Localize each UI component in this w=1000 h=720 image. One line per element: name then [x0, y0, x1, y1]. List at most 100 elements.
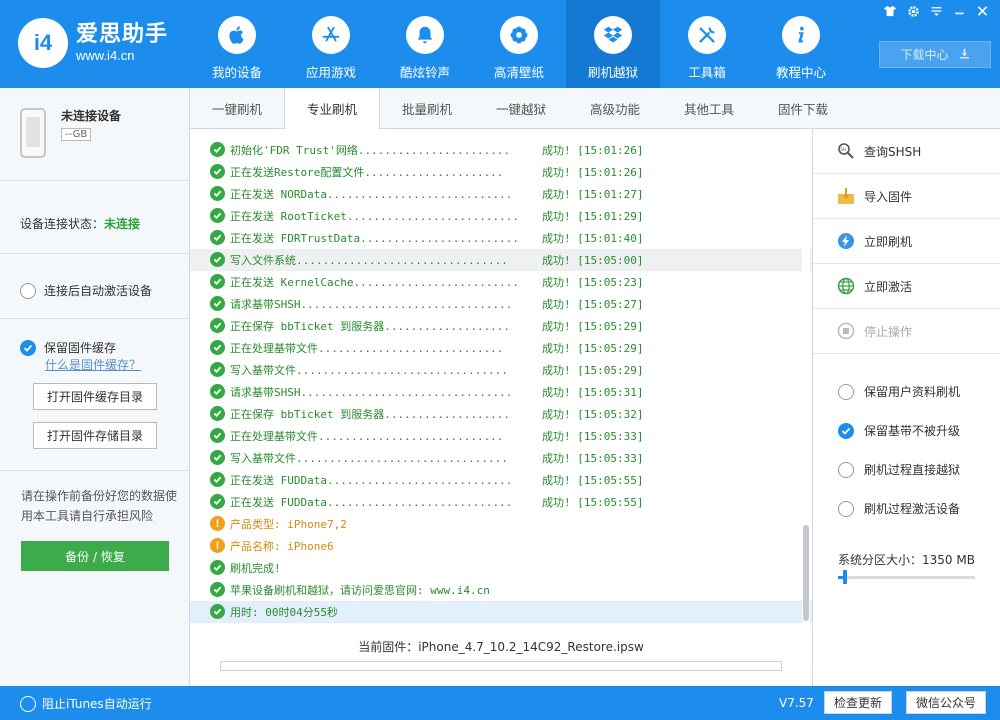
keep-user-data-option[interactable]: 保留用户资料刷机: [838, 383, 960, 400]
block-itunes-radio[interactable]: [20, 695, 36, 712]
log-result: 成功! [15:05:55]: [542, 496, 644, 509]
system-partition-slider[interactable]: [838, 570, 975, 584]
tab-one-click-flash[interactable]: 一键刷机: [190, 88, 284, 129]
check-icon[interactable]: [20, 339, 36, 356]
success-check-icon: [210, 142, 225, 157]
success-check-icon: [210, 296, 225, 311]
success-check-icon: [210, 428, 225, 443]
logo-url: www.i4.cn: [76, 48, 135, 63]
nav-flash-jailbreak[interactable]: 刷机越狱: [566, 0, 660, 88]
log-result: 成功! [15:01:27]: [542, 188, 644, 201]
nav-my-device[interactable]: 我的设备: [190, 0, 284, 88]
tab-bar: 一键刷机 专业刷机 批量刷机 一键越狱 高级功能 其他工具 固件下载: [190, 88, 1000, 130]
main-nav: 我的设备 应用游戏 酷炫铃声 高清壁纸 刷机越狱 工具箱 教程中心: [190, 0, 848, 88]
success-check-icon: [210, 494, 225, 509]
close-icon[interactable]: [974, 4, 990, 18]
nav-label: 教程中心: [775, 65, 826, 80]
success-check-icon: [210, 186, 225, 201]
success-check-icon: [210, 560, 225, 575]
import-firmware-button[interactable]: 导入固件: [813, 174, 1000, 219]
backup-restore-button[interactable]: 备份 / 恢复: [21, 541, 169, 571]
keep-user-data-radio[interactable]: [838, 383, 854, 400]
wechat-button[interactable]: 微信公众号: [906, 691, 986, 714]
keep-baseband-option[interactable]: 保留基带不被升级: [838, 422, 960, 439]
nav-tutorials[interactable]: 教程中心: [754, 0, 848, 88]
tab-pro-flash[interactable]: 专业刷机: [284, 88, 380, 130]
nav-apps-games[interactable]: 应用游戏: [284, 0, 378, 88]
flash-now-button[interactable]: 立即刷机: [813, 219, 1000, 264]
nav-label: 工具箱: [688, 65, 726, 80]
shirt-icon[interactable]: [882, 4, 898, 18]
check-icon[interactable]: [838, 422, 854, 439]
log-row: 正在保存 bbTicket 到服务器................... 成功…: [190, 403, 812, 425]
activate-during-flash-option[interactable]: 刷机过程激活设备: [838, 500, 960, 517]
stop-operation-button[interactable]: 停止操作: [813, 309, 1000, 354]
query-shsh-button[interactable]: SH 查询SHSH: [813, 129, 1000, 174]
divider: [0, 253, 189, 254]
option-label: 保留基带不被升级: [864, 424, 961, 438]
log-row: 用时: 00时04分55秒: [190, 601, 812, 623]
divider: [0, 180, 189, 181]
flash-log[interactable]: 初始化'FDR Trust'网络....................... …: [190, 139, 812, 623]
minimize-icon[interactable]: [951, 4, 967, 18]
log-result: 成功! [15:01:26]: [542, 144, 644, 157]
globe-icon: [837, 277, 855, 295]
what-is-cache-link[interactable]: 什么是固件缓存？: [45, 356, 141, 373]
activate-now-button[interactable]: 立即激活: [813, 264, 1000, 309]
block-itunes-label: 阻止iTunes自动运行: [42, 697, 152, 711]
success-check-icon: [210, 164, 225, 179]
success-check-icon: [210, 318, 225, 333]
tab-firmware-download[interactable]: 固件下载: [756, 88, 850, 129]
logo-title: 爱思助手: [76, 22, 169, 47]
log-row: 写入基带文件................................ 成…: [190, 447, 812, 469]
jailbreak-during-flash-option[interactable]: 刷机过程直接越狱: [838, 461, 960, 478]
warning-icon: !: [210, 516, 225, 531]
open-storage-dir-button[interactable]: 打开固件存储目录: [33, 422, 157, 449]
log-text: 请求基带SHSH................................: [230, 298, 520, 311]
log-row: 请求基带SHSH................................…: [190, 381, 812, 403]
nav-label: 我的设备: [211, 65, 262, 80]
log-text: 请求基带SHSH................................: [230, 386, 520, 399]
auto-activate-radio[interactable]: [20, 282, 36, 299]
success-check-icon: [210, 340, 225, 355]
tab-one-click-jailbreak[interactable]: 一键越狱: [474, 88, 568, 129]
success-check-icon: [210, 362, 225, 377]
tab-advanced[interactable]: 高级功能: [568, 88, 662, 129]
action-label: 停止操作: [864, 324, 913, 339]
dropbox-icon: [594, 16, 632, 54]
check-update-button[interactable]: 检查更新: [824, 691, 892, 714]
log-result: 成功! [15:05:55]: [542, 474, 644, 487]
open-cache-dir-button[interactable]: 打开固件缓存目录: [33, 383, 157, 410]
activate-during-flash-radio[interactable]: [838, 500, 854, 517]
nav-wallpapers[interactable]: 高清壁纸: [472, 0, 566, 88]
jailbreak-during-flash-radio[interactable]: [838, 461, 854, 478]
warning-icon: !: [210, 538, 225, 553]
nav-ringtones[interactable]: 酷炫铃声: [378, 0, 472, 88]
tab-other-tools[interactable]: 其他工具: [662, 88, 756, 129]
tab-batch-flash[interactable]: 批量刷机: [380, 88, 474, 129]
device-card: 未连接设备 --GB: [20, 108, 121, 158]
bell-icon: [406, 16, 444, 54]
apple-icon: [218, 16, 256, 54]
log-scrollbar-thumb[interactable]: [803, 525, 809, 621]
auto-activate-option[interactable]: 连接后自动激活设备: [20, 282, 152, 299]
tools-icon: [688, 16, 726, 54]
menu-icon[interactable]: [928, 4, 944, 18]
slider-knob[interactable]: [843, 570, 847, 584]
logo-mark: i4: [18, 18, 68, 68]
block-itunes-option[interactable]: 阻止iTunes自动运行: [20, 695, 152, 712]
log-result: 成功! [15:05:29]: [542, 320, 644, 333]
shsh-search-icon: SH: [837, 142, 855, 160]
header: i4 爱思助手 www.i4.cn 我的设备 应用游戏 酷炫铃声 高清壁纸 刷机…: [0, 0, 1000, 88]
keep-cache-label: 保留固件缓存: [44, 341, 117, 355]
option-label: 保留用户资料刷机: [864, 385, 961, 399]
nav-toolbox[interactable]: 工具箱: [660, 0, 754, 88]
download-center-button[interactable]: 下载中心: [879, 41, 991, 68]
gear-icon[interactable]: [905, 4, 921, 18]
keep-cache-option[interactable]: 保留固件缓存: [20, 339, 116, 356]
flash-progress-bar: [220, 661, 782, 671]
stop-icon: [837, 322, 855, 340]
log-result: 成功! [15:05:31]: [542, 386, 644, 399]
flower-icon: [500, 16, 538, 54]
log-row: ! 产品类型: iPhone7,2: [190, 513, 812, 535]
